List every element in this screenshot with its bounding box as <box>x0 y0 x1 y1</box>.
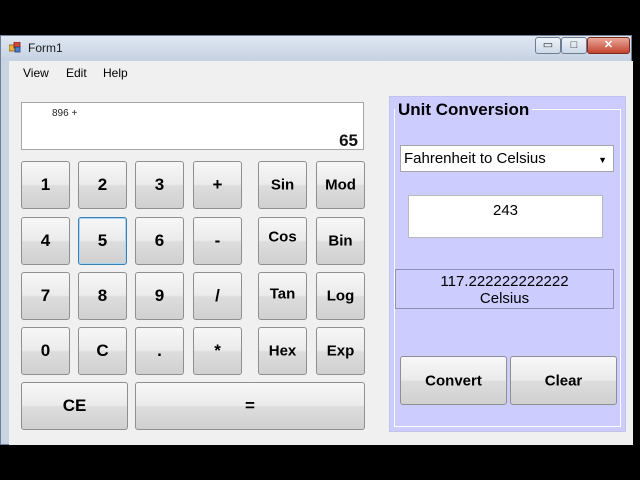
expression-text: 896 + <box>52 108 78 119</box>
menu-help[interactable]: Help <box>103 66 128 80</box>
conversion-type-select[interactable]: Fahrenheit to Celsius ▼ <box>400 145 614 172</box>
button-label: 1 <box>40 175 51 194</box>
tan-button[interactable]: Tan <box>258 272 307 320</box>
cos-button[interactable]: Cos <box>258 217 307 265</box>
menu-bar: View Edit Help <box>9 61 633 85</box>
button-label: Clear <box>544 372 583 389</box>
sin-button[interactable]: Sin <box>258 161 307 209</box>
close-icon: ✕ <box>603 39 614 51</box>
digit-1-button[interactable]: 1 <box>21 161 70 209</box>
mod-button[interactable]: Mod <box>316 161 365 209</box>
subtract-button[interactable]: - <box>193 217 242 265</box>
button-label: - <box>214 231 221 250</box>
digit-4-button[interactable]: 4 <box>21 217 70 265</box>
button-label: * <box>214 341 221 360</box>
exp-button[interactable]: Exp <box>316 327 365 375</box>
conversion-input-field[interactable]: 243 <box>408 195 603 238</box>
calculator-display[interactable]: 896 + 65 <box>21 102 364 150</box>
button-label: 5 <box>97 231 108 250</box>
button-label: = <box>245 396 255 415</box>
add-button[interactable]: + <box>193 161 242 209</box>
button-label: . <box>157 341 162 360</box>
equals-button[interactable]: = <box>135 382 365 430</box>
button-label: Tan <box>269 285 296 303</box>
divide-button[interactable]: / <box>193 272 242 320</box>
clear-conversion-button[interactable]: Clear <box>510 356 617 405</box>
button-label: 4 <box>40 231 51 250</box>
button-label: + <box>212 175 223 194</box>
button-label: 7 <box>40 286 51 305</box>
button-label: 8 <box>97 286 108 305</box>
button-label: Hex <box>268 342 297 360</box>
digit-6-button[interactable]: 6 <box>135 217 184 265</box>
conversion-type-value: Fahrenheit to Celsius <box>404 150 546 167</box>
bin-button[interactable]: Bin <box>316 217 365 265</box>
multiply-button[interactable]: * <box>193 327 242 375</box>
decimal-button[interactable]: . <box>135 327 184 375</box>
close-button[interactable]: ✕ <box>587 37 630 54</box>
button-label: C <box>96 341 109 360</box>
button-label: Exp <box>326 342 355 360</box>
unit-conversion-panel: Unit Conversion Fahrenheit to Celsius ▼ … <box>389 96 626 432</box>
menu-view[interactable]: View <box>23 66 49 80</box>
chevron-down-icon[interactable]: ▼ <box>598 155 607 165</box>
result-text: 65 <box>339 131 358 150</box>
button-label: Bin <box>328 232 353 250</box>
calculator-window: Form1 ▭ □ ✕ View Edit Help 896 + 65 1 2 … <box>0 35 633 445</box>
digit-8-button[interactable]: 8 <box>78 272 127 320</box>
digit-9-button[interactable]: 9 <box>135 272 184 320</box>
maximize-icon: □ <box>570 39 578 51</box>
conversion-result-box: 117.222222222222 Celsius <box>395 269 614 309</box>
button-label: 6 <box>154 231 165 250</box>
app-icon <box>9 42 21 53</box>
conversion-result-value: 117.222222222222 <box>440 273 569 290</box>
button-label: Sin <box>270 176 295 194</box>
unit-conversion-title: Unit Conversion <box>395 100 533 120</box>
button-label: 2 <box>97 175 108 194</box>
digit-2-button[interactable]: 2 <box>78 161 127 209</box>
client-area: View Edit Help 896 + 65 1 2 3 + 4 5 6 - … <box>9 61 633 445</box>
button-label: 3 <box>154 175 165 194</box>
clear-button[interactable]: C <box>78 327 127 375</box>
conversion-input-value: 243 <box>492 202 519 219</box>
button-label: Convert <box>425 372 482 389</box>
button-label: 0 <box>40 341 51 360</box>
digit-7-button[interactable]: 7 <box>21 272 70 320</box>
digit-0-button[interactable]: 0 <box>21 327 70 375</box>
button-label: Mod <box>325 176 356 194</box>
button-label: 9 <box>154 286 165 305</box>
button-label: / <box>215 286 220 305</box>
log-button[interactable]: Log <box>316 272 365 320</box>
minimize-button[interactable]: ▭ <box>535 37 561 54</box>
hex-button[interactable]: Hex <box>258 327 307 375</box>
maximize-button[interactable]: □ <box>561 37 587 54</box>
window-title: Form1 <box>28 41 63 55</box>
button-label: Log <box>326 287 355 305</box>
conversion-result-unit: Celsius <box>479 290 530 307</box>
title-bar[interactable]: Form1 ▭ □ ✕ <box>1 36 631 60</box>
convert-button[interactable]: Convert <box>400 356 507 405</box>
digit-5-button[interactable]: 5 <box>78 217 127 265</box>
digit-3-button[interactable]: 3 <box>135 161 184 209</box>
minimize-icon: ▭ <box>542 39 554 51</box>
clear-entry-button[interactable]: CE <box>21 382 128 430</box>
button-label: CE <box>62 396 87 415</box>
menu-edit[interactable]: Edit <box>66 66 87 80</box>
button-label: Cos <box>268 228 297 246</box>
